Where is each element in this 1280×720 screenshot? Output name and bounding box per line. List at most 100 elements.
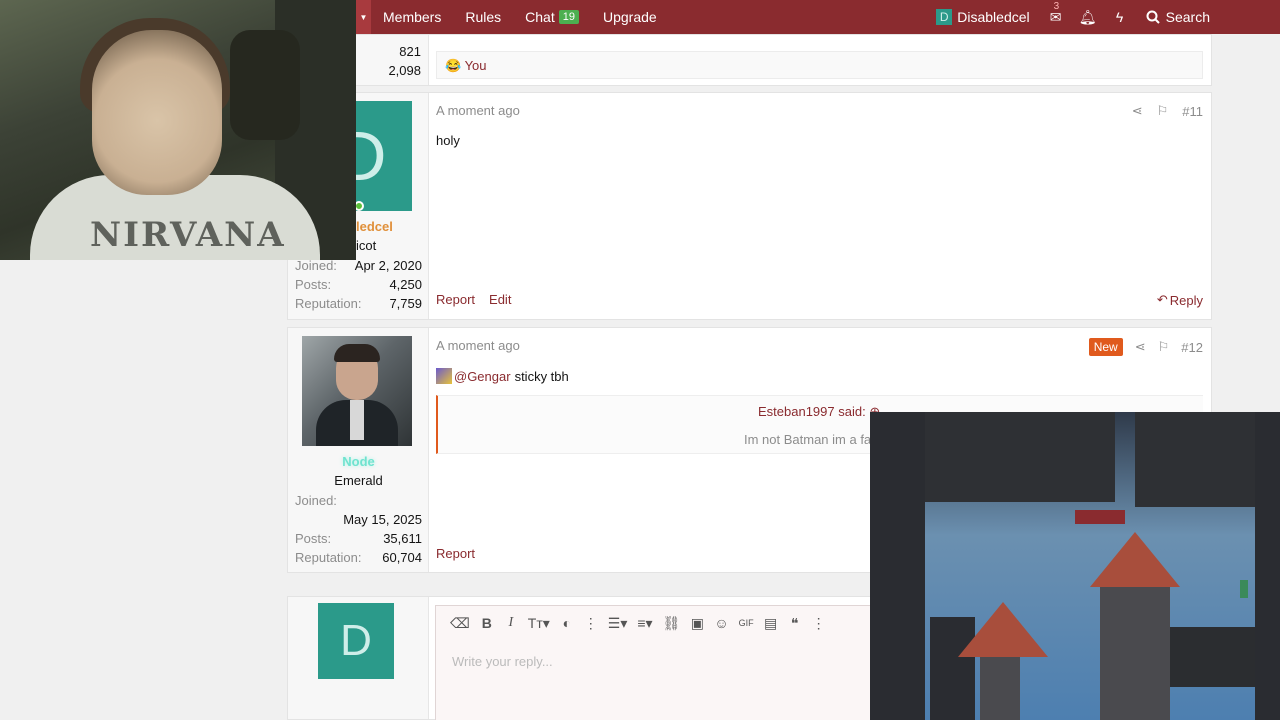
eraser-icon[interactable]: ⌫ — [450, 615, 470, 632]
report-link[interactable]: Report — [436, 546, 475, 561]
post11-number[interactable]: #11 — [1182, 104, 1203, 119]
game-main-tower — [1100, 587, 1170, 720]
post11-avatar[interactable]: D — [356, 101, 412, 211]
nav-chat[interactable]: Chat 19 — [513, 0, 591, 34]
bold-icon[interactable]: B — [480, 615, 494, 631]
report-link[interactable]: Report — [436, 292, 475, 307]
more-options-icon[interactable]: ⋮ — [584, 615, 598, 632]
post11-joined: Apr 2, 2020 — [354, 258, 422, 273]
mention-avatar-icon — [436, 368, 452, 384]
top-nav: ▼ Members Rules Chat 19 Upgrade D Disable… — [356, 0, 1280, 34]
link-icon[interactable]: ⛓ — [663, 615, 681, 632]
nav-rules[interactable]: Rules — [453, 0, 513, 34]
reputation-label: Reputation: — [295, 296, 362, 311]
nav-chat-label: Chat — [525, 9, 555, 25]
game-small-roof — [958, 602, 1048, 657]
post11-reputation: 7,759 — [389, 296, 422, 311]
game-right-wall — [1255, 412, 1280, 720]
reply-input[interactable]: Write your reply... — [436, 640, 874, 683]
bookmark-icon[interactable]: ⚐ — [1158, 339, 1170, 355]
quote-author-text: Esteban1997 said: — [758, 404, 866, 419]
italic-icon[interactable]: I — [504, 615, 518, 631]
post12-reputation: 60,704 — [382, 550, 422, 565]
game-ceiling-left — [925, 412, 1115, 502]
bolt-icon[interactable]: ϟ — [1104, 9, 1136, 25]
gif-icon[interactable]: GIF — [739, 618, 754, 628]
game-ceiling-right — [1135, 412, 1255, 507]
game-small-tower — [980, 647, 1020, 720]
account-username: Disabledcel — [957, 9, 1030, 25]
reply-arrow-icon: ↶ — [1156, 292, 1168, 307]
search-label: Search — [1165, 9, 1210, 25]
post11-timestamp[interactable]: A moment ago — [436, 103, 520, 119]
reputation-label: Reputation: — [295, 550, 362, 565]
reply-avatar: D — [318, 603, 394, 679]
game-character — [1240, 580, 1248, 598]
post-11: D ledcel icot Joined: Apr 2, 2020 Posts: 4… — [287, 92, 1212, 320]
new-tag: New — [1088, 338, 1123, 356]
post12-message: sticky tbh — [514, 368, 569, 384]
reply-editor[interactable]: ⌫ B I Tт▾ ◐ ⋮ ☰▾ ≡▾ ⛓ ▣ ☺ GIF ▤ ❝ ⋮ Writ… — [435, 605, 875, 720]
search-icon — [1146, 10, 1160, 24]
post12-user-title: Emerald — [334, 473, 383, 488]
joined-label: Joined: — [295, 258, 337, 273]
post11-avatar-letter: D — [356, 117, 387, 195]
inbox-icon[interactable]: ✉ 3 — [1040, 1, 1072, 26]
image-icon[interactable]: ▣ — [690, 615, 704, 632]
search-button[interactable]: Search — [1136, 9, 1210, 25]
text-size-icon[interactable]: Tт▾ — [528, 615, 550, 632]
reply-button[interactable]: ↶ Reply — [1157, 292, 1203, 308]
post12-joined: May 15, 2025 — [343, 512, 422, 527]
bell-icon[interactable]: 🔔︎ — [1072, 9, 1104, 26]
share-icon[interactable]: ⋖ — [1132, 103, 1143, 119]
media-icon[interactable]: ▤ — [764, 615, 778, 632]
palette-icon[interactable]: ◐ — [560, 615, 574, 631]
post11-posts: 4,250 — [389, 277, 422, 292]
nav-upgrade[interactable]: Upgrade — [591, 0, 669, 34]
nav-rules-label: Rules — [465, 9, 502, 25]
game-main-roof — [1090, 532, 1180, 587]
post11-username[interactable]: ledcel — [356, 219, 393, 234]
headset — [230, 30, 300, 140]
posts-label: Posts: — [295, 277, 332, 292]
emoji-icon[interactable]: ☺ — [714, 615, 728, 631]
quote-text: Im not Batman im a fa — [744, 432, 872, 447]
post11-message: holy — [436, 133, 460, 148]
post11-user-title: icot — [356, 238, 377, 253]
post12-posts: 35,611 — [383, 531, 422, 546]
quote-author[interactable]: Esteban1997 said: ⊕ — [758, 404, 880, 420]
reactions-bar[interactable]: 😂 You — [436, 51, 1203, 79]
game-overlay — [870, 412, 1280, 720]
joined-label: Joined: — [295, 493, 337, 508]
game-left-wall — [870, 412, 925, 720]
quote-icon[interactable]: ❝ — [788, 615, 802, 632]
list-icon[interactable]: ☰▾ — [608, 615, 628, 632]
webcam-overlay: NIRVANA — [0, 0, 356, 260]
reply-label: Reply — [1169, 292, 1203, 308]
posts-label: Posts: — [295, 531, 332, 546]
align-icon[interactable]: ≡▾ — [637, 615, 652, 632]
more-icon[interactable]: ⋮ — [812, 615, 826, 632]
prev-stat1: 821 — [399, 44, 421, 59]
bookmark-icon[interactable]: ⚐ — [1157, 103, 1169, 119]
prev-stat2: 2,098 — [388, 63, 421, 78]
post12-user-panel: Node Emerald Joined: May 15, 2025 Posts:… — [288, 328, 429, 572]
edit-link[interactable]: Edit — [489, 292, 511, 307]
post12-avatar[interactable] — [302, 336, 412, 446]
nav-members[interactable]: Members — [371, 0, 453, 34]
game-flag — [1075, 510, 1125, 524]
user-avatar: D — [936, 9, 953, 25]
game-platform — [1170, 627, 1255, 687]
webcam-face — [92, 30, 222, 195]
post-previous: 821 in:2,098 😂 You — [287, 34, 1212, 86]
account-menu[interactable]: D Disabledcel — [926, 9, 1039, 25]
post12-timestamp[interactable]: A moment ago — [436, 338, 520, 356]
chat-count-badge: 19 — [558, 10, 579, 24]
post12-number[interactable]: #12 — [1181, 340, 1203, 355]
mention-link[interactable]: @Gengar — [454, 369, 511, 384]
share-icon[interactable]: ⋖ — [1135, 339, 1146, 355]
reaction-label: You — [464, 58, 487, 73]
post12-username[interactable]: Node — [288, 454, 429, 469]
nav-dropdown-caret-icon[interactable]: ▼ — [356, 0, 371, 34]
editor-toolbar: ⌫ B I Tт▾ ◐ ⋮ ☰▾ ≡▾ ⛓ ▣ ☺ GIF ▤ ❝ ⋮ — [436, 606, 874, 640]
